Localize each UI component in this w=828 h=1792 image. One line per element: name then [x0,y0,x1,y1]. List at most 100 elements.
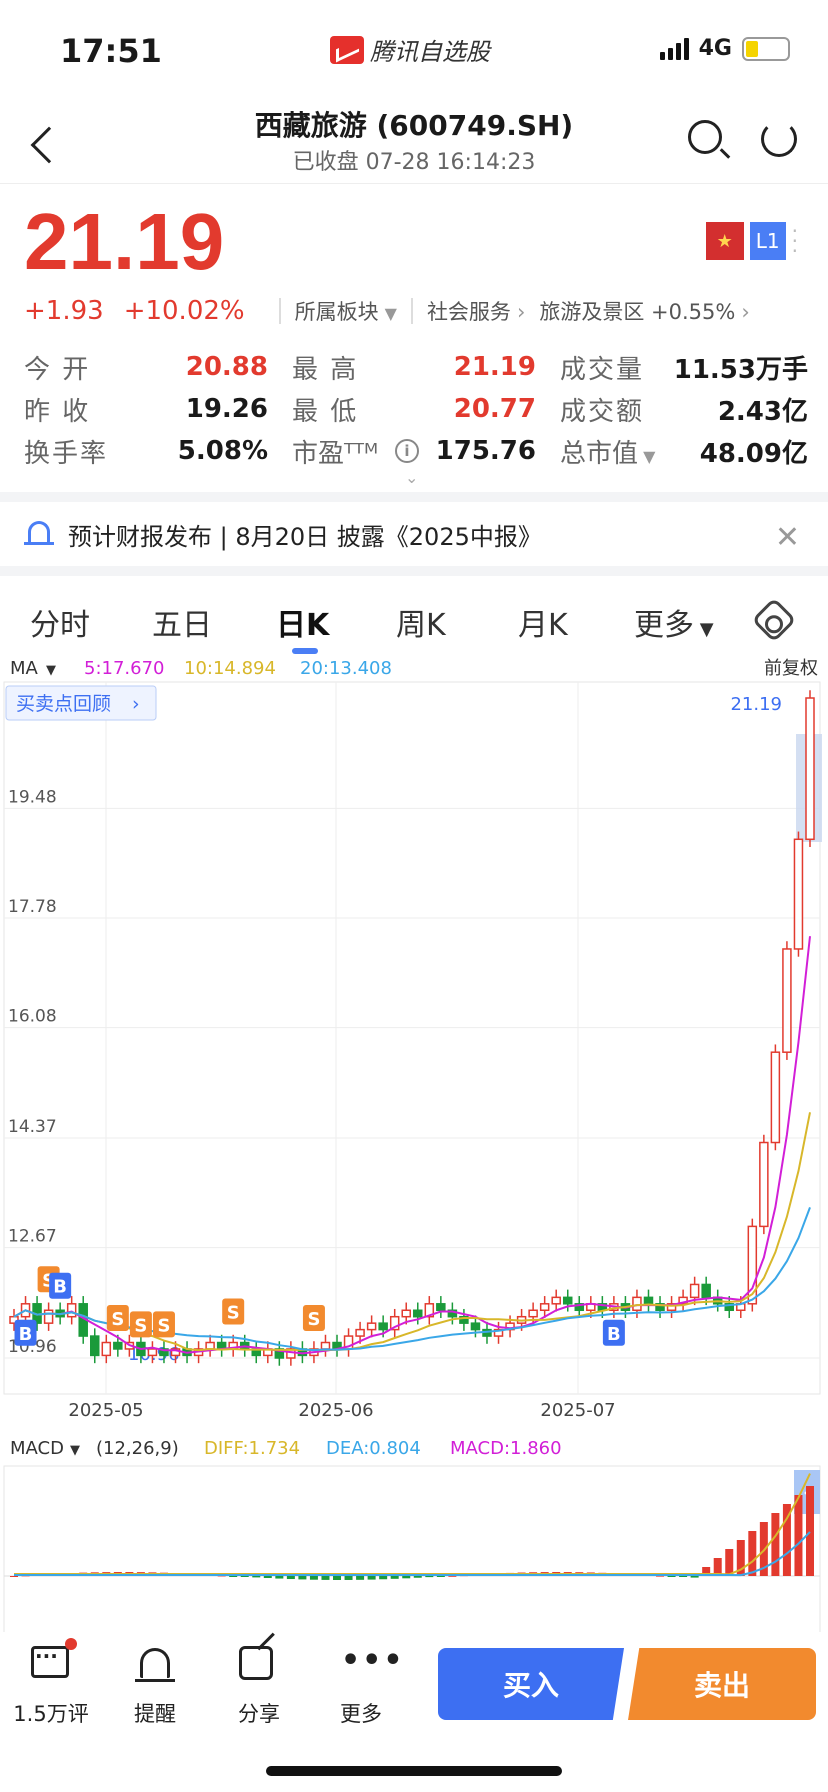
app-logo-icon [330,35,364,64]
tab-five-day[interactable]: 五日 [152,600,212,644]
dea-line [14,1531,811,1577]
svg-text:▼: ▼ [46,663,56,678]
share-button[interactable]: 分享 [214,1646,304,1728]
ma-label[interactable]: MA [10,658,39,679]
candle-body [470,1322,481,1331]
tab-monthly-k[interactable]: 月K [518,600,568,644]
candle-body [805,697,815,841]
macd-bar [748,1531,757,1576]
prev-close-value: 19.26 [185,394,268,424]
more-button[interactable]: ••• 更多 [316,1646,406,1728]
macd-bar [275,1576,284,1579]
share-icon [239,1646,273,1680]
candle-body [632,1296,642,1312]
comments-button[interactable]: 1.5万评 [6,1638,96,1728]
sector-link-2[interactable]: 旅游及景区 +0.55% › [539,296,749,326]
marker-label: S [227,1303,240,1324]
candle-body [101,1341,112,1357]
macd-bar [425,1576,434,1578]
pe-value: 175.76 [435,436,536,466]
earnings-notice[interactable]: 预计财报发布 | 8月20日 披露《2025中报》 ✕ [0,502,828,576]
macd-label[interactable]: MACD [10,1438,64,1459]
sector-link-1[interactable]: 社会服务 › [427,296,525,326]
quote-stats: 今 开 20.88 最 高 21.19 成交量 11.53万手 昨 收 19.26 最 … [24,346,808,472]
ma20-value: 20:13.408 [300,658,392,679]
pe-label: 市盈ᵀᵀᴹ [292,438,379,469]
network-label: 4G [698,36,732,61]
marker-label: S [157,1315,170,1336]
marker-label: B [19,1324,33,1345]
more-dots-icon: ••• [341,1643,405,1678]
macd-bar [321,1576,330,1580]
price-change: +1.93 [24,296,104,326]
low-label: 最 低 [292,396,359,427]
low-value: 20.77 [453,394,536,424]
mktcap-label[interactable]: 总市值 ▼ [560,433,655,470]
tab-daily-k[interactable]: 日K [276,600,329,644]
tab-intraday[interactable]: 分时 [30,600,90,644]
expand-stats-icon[interactable]: ⌄ [405,468,418,487]
comment-icon [31,1646,69,1678]
candle-body [366,1322,377,1331]
candle-body [147,1348,158,1357]
bell-icon [24,519,54,549]
candle-body [701,1283,711,1299]
mktcap-value: 48.09亿 [699,438,808,469]
pe-info-icon[interactable]: i [394,439,419,463]
turnover-label: 换手率 [24,438,109,469]
macd-bar [333,1576,342,1580]
macd-bar [229,1576,238,1577]
macd-bar [679,1576,688,1577]
buy-button[interactable]: 买入 [438,1648,624,1720]
svg-text:▼: ▼ [70,1443,80,1458]
battery-icon [742,36,790,61]
candle-body [355,1328,365,1337]
dea-value: DEA:0.804 [326,1438,421,1459]
search-icon[interactable] [686,118,728,160]
macd-bar [356,1576,365,1580]
sell-button[interactable]: 卖出 [628,1648,816,1720]
more-vertical-icon[interactable]: · · · [792,221,798,261]
adjust-label[interactable]: 前复权 [764,658,818,679]
status-time: 17:51 [60,32,162,70]
app-name-label: 腾讯自选股 [370,38,490,66]
share-label: 分享 [238,1702,280,1726]
candle-body [401,1309,411,1318]
bottom-bar: 1.5万评 提醒 分享 ••• 更多 买入 卖出 [0,1632,828,1792]
ma5-value: 5:17.670 [84,658,165,679]
candle-body [539,1303,550,1312]
price-change-pct: +10.02% [123,296,245,326]
candle-body [782,948,792,1053]
macd-bar [344,1576,353,1580]
volume-label: 成交量 [560,354,645,385]
candle-body [43,1309,54,1324]
volume-value: 11.53万手 [673,354,808,385]
macd-bar [309,1576,318,1580]
candle-body [113,1341,123,1350]
prev-close-label: 昨 收 [24,396,91,427]
open-value: 20.88 [185,352,268,382]
settings-icon[interactable] [751,597,797,643]
alert-button[interactable]: 提醒 [110,1646,200,1728]
chart-tabs: 分时 五日 日K 周K 月K 更多 ▼ [0,588,828,654]
marker-label: S [307,1309,320,1330]
tab-more[interactable]: 更多 ▼ [634,600,714,644]
alert-label: 提醒 [134,1702,176,1726]
status-app-name: 腾讯自选股 [330,32,490,67]
kline-chart[interactable]: MA ▼ 5:17.670 10:14.894 20:13.408 前复权 19… [0,658,828,1638]
macd-bars [4,1473,820,1580]
macd-bar [286,1576,295,1580]
close-icon[interactable]: ✕ [775,520,800,555]
more-label: 更多 [340,1702,382,1726]
level1-badge[interactable]: L1 [749,222,786,260]
tab-weekly-k[interactable]: 周K [396,600,446,644]
refresh-icon[interactable] [758,118,800,160]
candle-body [770,1051,781,1144]
macd-bar [794,1495,803,1576]
review-button[interactable]: 买卖点回顾 [16,693,111,715]
macd-value: MACD:1.860 [450,1438,562,1459]
kline-svg[interactable]: MA ▼ 5:17.670 10:14.894 20:13.408 前复权 19… [0,658,828,1638]
diff-line [14,1473,811,1576]
signal-icon [659,37,689,60]
sector-dropdown[interactable]: 所属板块 ▼ [295,296,397,326]
